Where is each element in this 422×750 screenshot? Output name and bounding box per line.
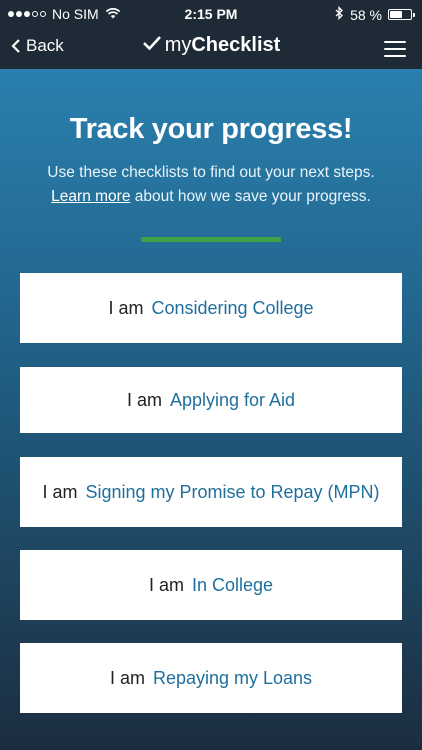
option-label: Applying for Aid bbox=[169, 389, 296, 410]
hamburger-menu-icon[interactable] bbox=[384, 41, 406, 57]
status-right: 58 % bbox=[335, 5, 415, 23]
learn-more-link[interactable]: Learn more bbox=[51, 188, 130, 205]
option-repaying-loans[interactable]: I am Repaying my Loans bbox=[20, 643, 402, 713]
option-label: Signing my Promise to Repay (MPN) bbox=[85, 481, 380, 502]
option-lead: I am bbox=[148, 574, 184, 595]
menu-line bbox=[384, 55, 406, 57]
option-lead: I am bbox=[126, 389, 162, 410]
app-title-light: my bbox=[164, 34, 192, 56]
status-bar: No SIM 2:15 PM 58 % bbox=[0, 0, 422, 28]
app-title: myChecklist bbox=[0, 34, 422, 57]
option-lead: I am bbox=[109, 667, 145, 688]
option-label: Considering College bbox=[151, 297, 314, 318]
navigation-bar: Back myChecklist bbox=[0, 28, 422, 69]
accent-divider bbox=[141, 237, 281, 242]
battery-fill bbox=[390, 11, 402, 18]
battery-percent: 58 % bbox=[350, 6, 382, 23]
description-line1: Use these checklists to find out your ne… bbox=[47, 164, 375, 181]
option-signing-mpn[interactable]: I am Signing my Promise to Repay (MPN) bbox=[20, 457, 402, 527]
option-considering-college[interactable]: I am Considering College bbox=[20, 273, 402, 343]
description-line2: about how we save your progress. bbox=[130, 188, 371, 205]
option-applying-for-aid[interactable]: I am Applying for Aid bbox=[20, 367, 402, 433]
page-heading: Track your progress! bbox=[69, 113, 353, 145]
option-label: Repaying my Loans bbox=[152, 667, 313, 688]
bluetooth-icon bbox=[335, 5, 344, 23]
app-screen: No SIM 2:15 PM 58 % Back myChecklist Tra… bbox=[0, 0, 422, 750]
main-content: Track your progress! Use these checklist… bbox=[0, 69, 422, 750]
battery-icon bbox=[388, 9, 415, 20]
option-lead: I am bbox=[108, 297, 144, 318]
checkmark-icon bbox=[142, 34, 162, 57]
option-in-college[interactable]: I am In College bbox=[20, 550, 402, 620]
app-title-bold: Checklist bbox=[191, 34, 281, 56]
top-bar: No SIM 2:15 PM 58 % Back myChecklist bbox=[0, 0, 422, 69]
menu-line bbox=[384, 41, 406, 43]
option-label: In College bbox=[191, 574, 274, 595]
option-lead: I am bbox=[42, 481, 78, 502]
page-description: Use these checklists to find out your ne… bbox=[20, 161, 402, 209]
menu-line bbox=[384, 48, 406, 50]
